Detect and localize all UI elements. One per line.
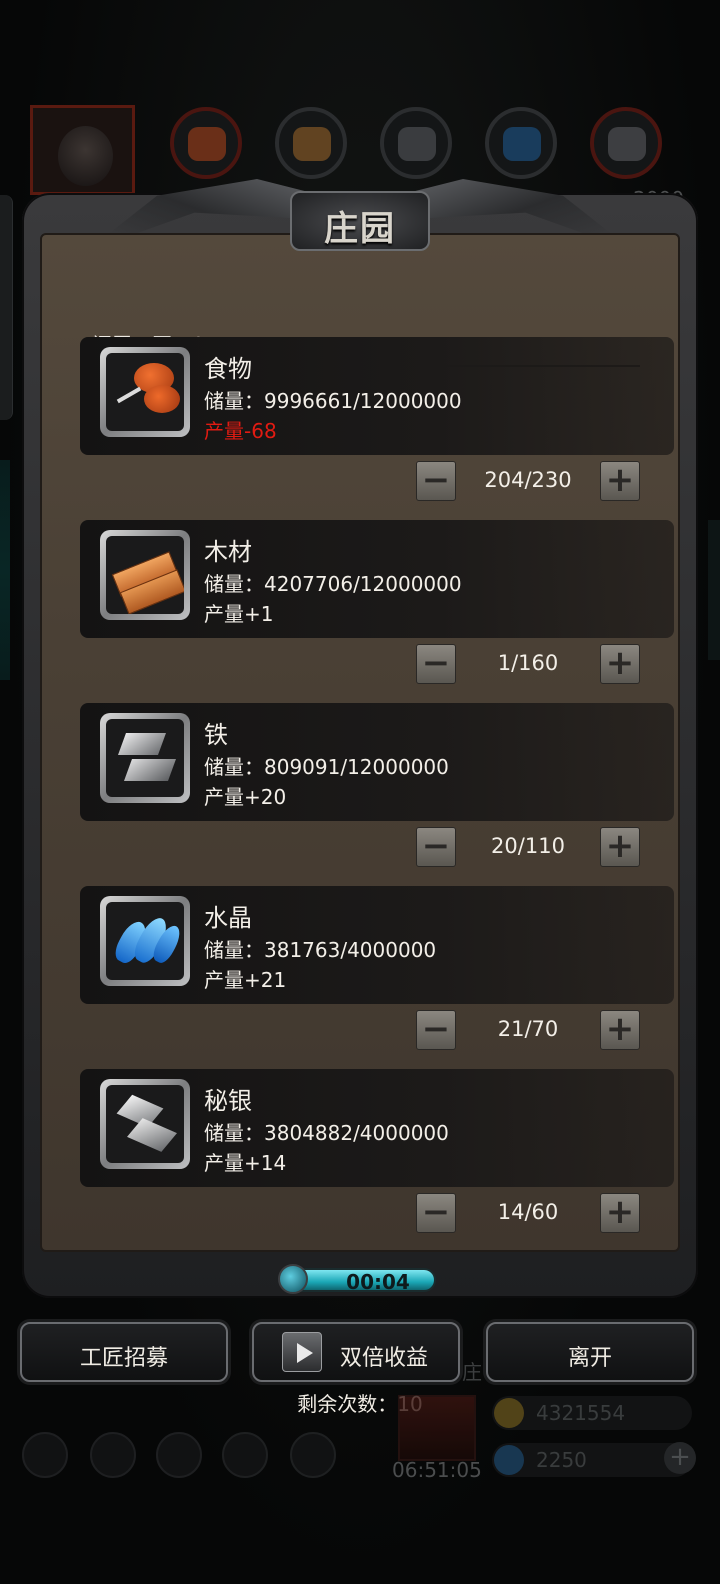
timer: 00:04 [278, 1264, 438, 1296]
gold-counter: 4321554 [492, 1396, 692, 1430]
mithril-icon [106, 1085, 184, 1163]
worker-stepper-iron: − 20/110 + [416, 827, 640, 869]
resource-production: 产量+21 [204, 968, 287, 992]
assigned-workers: 204/230 [484, 468, 572, 492]
resource-row-crystal: 水晶 储量：381763/4000000 产量+21 [80, 886, 674, 1004]
resource-name: 秘银 [204, 1087, 252, 1115]
crystal-icon [503, 127, 541, 161]
iron-icon [106, 719, 184, 797]
resource-name: 木材 [204, 538, 252, 566]
resource-production: 产量+1 [204, 602, 274, 626]
decrease-button[interactable]: − [416, 1010, 456, 1050]
right-edge-tab [708, 520, 720, 660]
recruit-button[interactable]: 工匠招募 [20, 1322, 228, 1382]
tab-mithril[interactable] [590, 107, 662, 179]
resource-name: 食物 [204, 355, 252, 383]
assigned-workers: 20/110 [491, 834, 565, 858]
food-icon [106, 353, 184, 431]
add-gems-button[interactable]: + [664, 1442, 696, 1474]
resource-production: 产量+14 [204, 1151, 287, 1175]
recruit-label: 工匠招募 [79, 1346, 168, 1371]
gift-countdown: 06:51:05 [392, 1458, 482, 1482]
mithril-icon [608, 127, 646, 161]
tab-food[interactable] [170, 107, 242, 179]
double-income-label: 双倍收益 [339, 1346, 428, 1371]
resource-slot [100, 713, 190, 803]
resource-row-iron: 铁 储量：809091/12000000 产量+20 [80, 703, 674, 821]
increase-button[interactable]: + [600, 1193, 640, 1233]
gold-value: 4321554 [536, 1401, 626, 1425]
manor-panel: 闲置工匠：0 食物 储量：9996661/12000000 产量-68 − 20… [22, 179, 698, 1298]
assigned-workers: 14/60 [497, 1200, 559, 1224]
panel-content: 闲置工匠：0 食物 储量：9996661/12000000 产量-68 − 20… [40, 233, 680, 1252]
title-plate: 庄园 [290, 191, 430, 251]
mail-icon[interactable] [222, 1432, 268, 1478]
wood-icon [106, 536, 184, 614]
avatar-face [58, 126, 113, 186]
gold-coin-icon [494, 1398, 524, 1428]
resource-storage: 储量：809091/12000000 [204, 755, 449, 779]
resource-storage: 储量：3804882/4000000 [204, 1121, 449, 1145]
gift-box-icon[interactable] [398, 1395, 476, 1461]
left-edge-tab [0, 195, 13, 420]
decrease-button[interactable]: − [416, 644, 456, 684]
resource-tab-row: 2000 [30, 105, 690, 211]
worker-stepper-wood: − 1/160 + [416, 644, 640, 686]
gem-value: 2250 [536, 1448, 587, 1472]
resource-name: 铁 [204, 721, 228, 749]
increase-button[interactable]: + [600, 644, 640, 684]
worker-stepper-food: − 204/230 + [416, 461, 640, 503]
book-icon[interactable] [156, 1432, 202, 1478]
tab-crystal[interactable] [485, 107, 557, 179]
resource-slot [100, 530, 190, 620]
resource-storage: 储量：4207706/12000000 [204, 572, 462, 596]
worker-stepper-mithril: − 14/60 + [416, 1193, 640, 1235]
settings-icon[interactable] [22, 1432, 68, 1478]
resource-storage: 储量：381763/4000000 [204, 938, 437, 962]
avatar[interactable] [30, 105, 135, 195]
wood-icon [293, 127, 331, 161]
timer-text: 00:04 [346, 1270, 410, 1294]
resource-slot [100, 347, 190, 437]
left-glow [0, 460, 10, 680]
increase-button[interactable]: + [600, 827, 640, 867]
resource-row-food: 食物 储量：9996661/12000000 产量-68 [80, 337, 674, 455]
panel-title: 庄园 [324, 209, 396, 249]
decrease-button[interactable]: − [416, 461, 456, 501]
globe-icon[interactable] [290, 1432, 336, 1478]
gem-counter: 2250 [492, 1443, 692, 1477]
leave-button[interactable]: 离开 [486, 1322, 694, 1382]
resource-slot [100, 896, 190, 986]
resource-storage: 储量：9996661/12000000 [204, 389, 462, 413]
increase-button[interactable]: + [600, 461, 640, 501]
menu-icon[interactable] [90, 1432, 136, 1478]
gem-icon [494, 1445, 524, 1475]
iron-icon [398, 127, 436, 161]
food-icon [188, 127, 226, 161]
assigned-workers: 21/70 [497, 1017, 559, 1041]
side-label: 庄 [462, 1360, 482, 1384]
resource-row-mithril: 秘银 储量：3804882/4000000 产量+14 [80, 1069, 674, 1187]
assigned-workers: 1/160 [497, 651, 559, 675]
tab-wood[interactable] [275, 107, 347, 179]
resource-production: 产量+20 [204, 785, 287, 809]
decrease-button[interactable]: − [416, 1193, 456, 1233]
resource-row-wood: 木材 储量：4207706/12000000 产量+1 [80, 520, 674, 638]
crystal-icon [106, 902, 184, 980]
resource-production: 产量-68 [204, 419, 277, 443]
resource-name: 水晶 [204, 904, 252, 932]
tab-iron[interactable] [380, 107, 452, 179]
worker-stepper-crystal: − 21/70 + [416, 1010, 640, 1052]
leave-label: 离开 [567, 1346, 612, 1371]
decrease-button[interactable]: − [416, 827, 456, 867]
resource-slot [100, 1079, 190, 1169]
double-income-button[interactable]: 双倍收益 [252, 1322, 460, 1382]
increase-button[interactable]: + [600, 1010, 640, 1050]
clock-icon [278, 1264, 308, 1294]
